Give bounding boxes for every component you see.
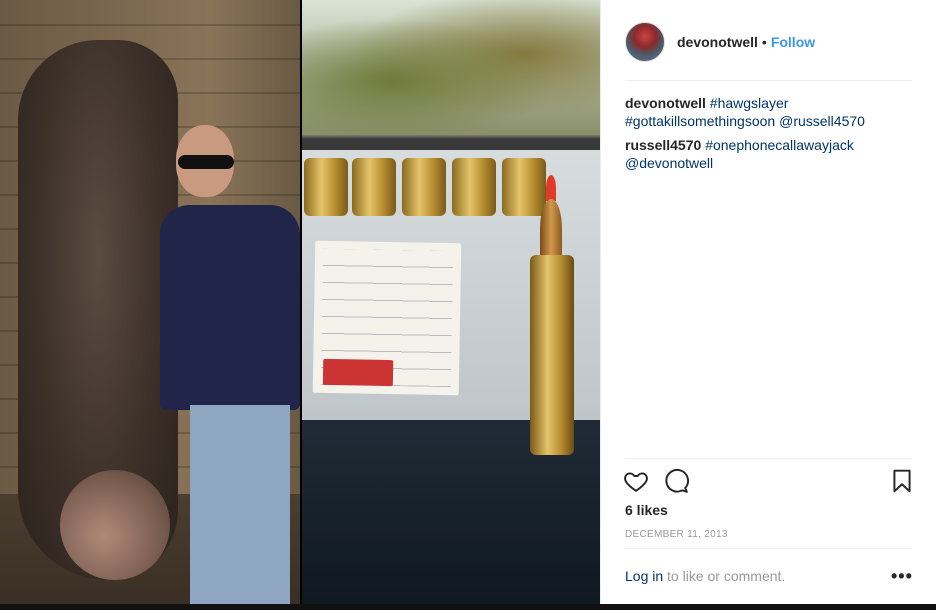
mention-link[interactable]: @devonotwell bbox=[625, 155, 713, 171]
person-figure bbox=[160, 125, 300, 604]
hashtag-link[interactable]: #gottakillsomethingsoon bbox=[625, 113, 775, 129]
comment-item: devonotwell #hawgslayer #gottakillsometh… bbox=[625, 94, 915, 130]
comment-author[interactable]: russell4570 bbox=[625, 137, 701, 153]
actions-divider bbox=[625, 458, 912, 459]
comment-item: russell4570 #onephonecallawayjack @devon… bbox=[625, 136, 915, 172]
post-date: DECEMBER 11, 2013 bbox=[625, 529, 728, 540]
header-divider bbox=[625, 80, 912, 81]
post-header: devonotwell • Follow bbox=[601, 0, 936, 82]
rifle-cartridge bbox=[524, 175, 578, 457]
comment-icon[interactable] bbox=[663, 468, 689, 494]
separator-dot: • bbox=[761, 34, 767, 50]
hashtag-link[interactable]: #hawgslayer bbox=[710, 95, 789, 111]
hashtag-link[interactable]: #onephonecallawayjack bbox=[705, 137, 854, 153]
comment-author[interactable]: devonotwell bbox=[625, 95, 706, 111]
follow-button[interactable]: Follow bbox=[771, 34, 815, 50]
action-bar bbox=[623, 468, 915, 498]
login-link[interactable]: Log in bbox=[625, 568, 663, 584]
bookmark-icon[interactable] bbox=[889, 468, 915, 494]
brand-logo bbox=[322, 358, 394, 387]
post-sidebar: devonotwell • Follow devonotwell #hawgslay… bbox=[600, 0, 936, 604]
avatar[interactable] bbox=[625, 22, 665, 62]
mention-link[interactable]: @russell4570 bbox=[779, 113, 865, 129]
like-count[interactable]: 6 likes bbox=[625, 502, 668, 518]
post-photo[interactable] bbox=[0, 0, 600, 604]
hog-head bbox=[60, 470, 170, 580]
login-prompt: Log in to like or comment. bbox=[625, 568, 785, 584]
footer-divider bbox=[625, 548, 912, 549]
comment-list: devonotwell #hawgslayer #gottakillsometh… bbox=[625, 94, 915, 178]
more-options-icon[interactable]: ••• bbox=[891, 566, 913, 587]
photo-panel-hog bbox=[0, 0, 300, 604]
author-username[interactable]: devonotwell bbox=[677, 34, 758, 50]
login-suffix: to like or comment. bbox=[663, 568, 786, 584]
heart-icon[interactable] bbox=[623, 468, 649, 494]
reload-label-card bbox=[312, 240, 462, 396]
post-modal: devonotwell • Follow devonotwell #hawgslay… bbox=[0, 0, 936, 610]
photo-panel-ammo bbox=[302, 0, 600, 604]
